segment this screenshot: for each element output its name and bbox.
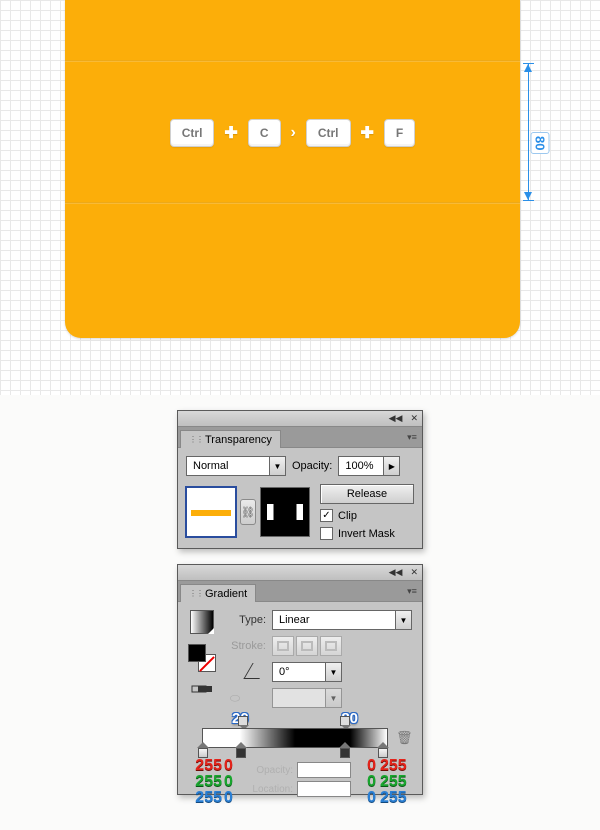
release-button[interactable]: Release xyxy=(320,484,414,504)
chevron-down-icon[interactable]: ▶ xyxy=(383,457,399,475)
invert-mask-checkbox[interactable] xyxy=(320,527,333,540)
rgb-readout-stop4: 255255255 xyxy=(380,758,418,806)
gradient-ramp[interactable] xyxy=(202,728,388,748)
chevron-down-icon[interactable]: ▼ xyxy=(269,457,285,475)
fill-stroke-toggle[interactable] xyxy=(188,644,216,672)
grip-icon: ⋮⋮ xyxy=(189,591,203,597)
rgb-readout-stop1: 255255255 xyxy=(184,758,222,806)
key-c: C xyxy=(248,119,281,147)
collapse-icon[interactable]: ◀◀ xyxy=(389,567,403,578)
canvas-artboard[interactable]: Ctrl ✚ C › Ctrl ✚ F 80 xyxy=(0,0,600,395)
opacity-value: 100% xyxy=(339,460,383,472)
angle-icon xyxy=(226,663,266,682)
key-ctrl-1: Ctrl xyxy=(170,119,215,147)
panel-menu-icon[interactable]: ▾≡ xyxy=(402,581,422,601)
opacity-stop[interactable] xyxy=(238,716,248,726)
stop-opacity-input[interactable] xyxy=(297,762,351,778)
fold-line-top xyxy=(65,60,520,62)
aspect-ratio-input: ▼ xyxy=(272,688,342,708)
key-ctrl-2: Ctrl xyxy=(306,119,351,147)
stroke-label: Stroke: xyxy=(226,640,266,652)
gradient-type-select[interactable]: Linear ▼ xyxy=(272,610,412,630)
invert-mask-label: Invert Mask xyxy=(338,528,395,540)
panel-titlebar[interactable]: ◀◀ ✕ xyxy=(178,565,422,581)
blend-mode-value: Normal xyxy=(187,460,269,472)
angle-input[interactable]: 0° ▼ xyxy=(272,662,342,682)
key-f: F xyxy=(384,119,415,147)
close-icon[interactable]: ✕ xyxy=(410,413,418,424)
gradient-swatch[interactable] xyxy=(190,610,214,634)
stroke-align-2 xyxy=(296,636,318,656)
tab-transparency[interactable]: ⋮⋮ Transparency xyxy=(180,430,281,448)
tab-label: Gradient xyxy=(205,588,247,600)
stroke-align-1 xyxy=(272,636,294,656)
link-icon[interactable]: ⛓ xyxy=(240,499,256,525)
measurement-value: 80 xyxy=(531,132,550,154)
opacity-stop[interactable] xyxy=(340,716,350,726)
trash-icon[interactable]: 🗑 xyxy=(396,730,410,746)
close-icon[interactable]: ✕ xyxy=(410,567,418,578)
chevron-down-icon: ▼ xyxy=(325,689,341,707)
fold-line-bottom xyxy=(65,202,520,204)
stroke-align-group xyxy=(272,636,342,656)
panels-background: ◀◀ ✕ ⋮⋮ Transparency ▾≡ Normal ▼ Opacity… xyxy=(0,395,600,830)
stop-location-label: Location: xyxy=(249,784,293,795)
panel-titlebar[interactable]: ◀◀ ✕ xyxy=(178,411,422,427)
grip-icon: ⋮⋮ xyxy=(189,437,203,443)
stop-opacity-label: Opacity: xyxy=(249,765,293,776)
orange-shape[interactable]: Ctrl ✚ C › Ctrl ✚ F xyxy=(65,0,520,338)
stop-location-input[interactable] xyxy=(297,781,351,797)
tab-label: Transparency xyxy=(205,434,272,446)
opacity-label: Opacity: xyxy=(292,460,332,472)
stroke-align-3 xyxy=(320,636,342,656)
chevron-right-icon: › xyxy=(291,124,296,142)
collapse-icon[interactable]: ◀◀ xyxy=(389,413,403,424)
angle-value: 0° xyxy=(273,666,325,678)
plus-icon: ✚ xyxy=(224,123,237,143)
type-label: Type: xyxy=(226,614,266,626)
clip-label: Clip xyxy=(338,510,357,522)
panel-menu-icon[interactable]: ▾≡ xyxy=(402,427,422,447)
gradient-type-value: Linear xyxy=(273,614,395,626)
shortcut-hint: Ctrl ✚ C › Ctrl ✚ F xyxy=(65,119,520,147)
object-thumbnail[interactable] xyxy=(186,487,236,537)
measurement-guide: 80 xyxy=(526,60,576,204)
plus-icon: ✚ xyxy=(361,123,374,143)
chevron-down-icon[interactable]: ▼ xyxy=(395,611,411,629)
chevron-down-icon[interactable]: ▼ xyxy=(325,663,341,681)
opacity-input[interactable]: 100% ▶ xyxy=(338,456,400,476)
gradient-panel: ◀◀ ✕ ⋮⋮ Gradient ▾≡ xyxy=(177,564,423,795)
clip-checkbox[interactable]: ✓ xyxy=(320,509,333,522)
tab-gradient[interactable]: ⋮⋮ Gradient xyxy=(180,584,256,602)
blend-mode-select[interactable]: Normal ▼ xyxy=(186,456,286,476)
mask-thumbnail[interactable] xyxy=(260,487,310,537)
aspect-ratio-icon: ⬭ xyxy=(226,691,266,705)
reverse-gradient-icon[interactable] xyxy=(190,682,214,696)
gradient-slider[interactable]: 20 80 🗑 255255255 000 000 xyxy=(188,714,412,788)
transparency-panel: ◀◀ ✕ ⋮⋮ Transparency ▾≡ Normal ▼ Opacity… xyxy=(177,410,423,549)
fill-swatch[interactable] xyxy=(188,644,206,662)
